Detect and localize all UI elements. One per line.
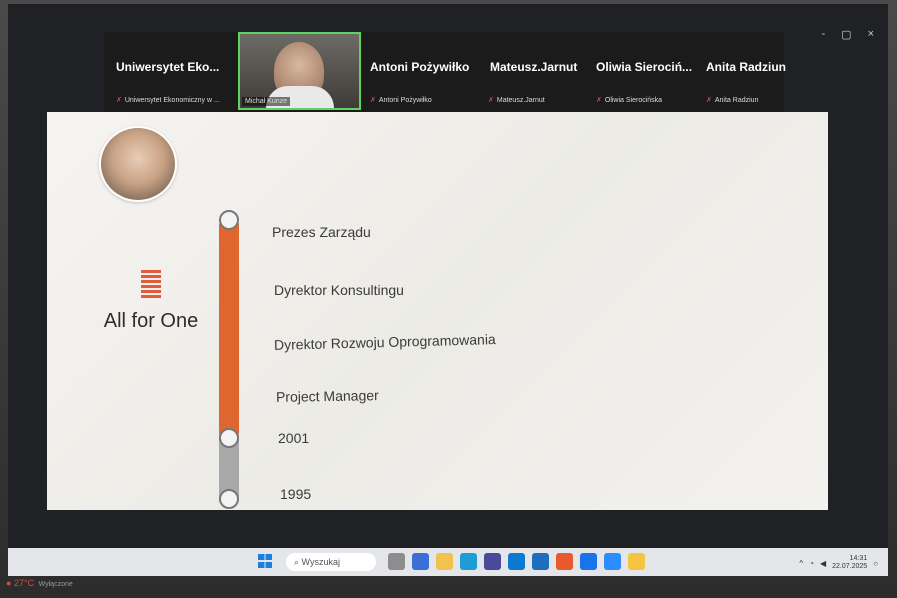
outlook-icon[interactable]	[532, 553, 549, 570]
participant-tile[interactable]: Mateusz.Jarnut ✗ Mateusz.Jarnut	[476, 32, 581, 110]
mic-muted-icon: ✗	[706, 97, 712, 104]
screen: - ▢ × Uniwersytet Eko... ✗ Uniwersytet Ek…	[8, 4, 888, 576]
app-icon[interactable]	[628, 553, 645, 570]
search-icon: ⌕	[294, 557, 302, 567]
mail-icon[interactable]	[508, 553, 525, 570]
timeline-role: Dyrektor Rozwoju Oprogramowania	[273, 331, 496, 353]
zoom-icon[interactable]	[604, 553, 621, 570]
weather-status: Wyłączone	[38, 581, 73, 588]
taskview-icon[interactable]	[388, 553, 405, 570]
shared-presentation-slide: All for One Prezes Zarządu Dyrektor Kons…	[47, 112, 828, 510]
participant-caption: Michał Kunze	[242, 97, 291, 106]
participant-caption: ✗ Antoni Pożywiłko	[370, 97, 432, 104]
participant-tile-active-speaker[interactable]: Michał Kunze	[238, 32, 361, 110]
file-explorer-icon[interactable]	[436, 553, 453, 570]
timeline-marker-1995	[219, 489, 239, 509]
close-icon[interactable]: ×	[868, 28, 874, 41]
minimize-icon[interactable]: -	[821, 28, 825, 41]
participant-name: Uniwersytet Eko...	[116, 60, 220, 74]
timeline-role: Dyrektor Konsultingu	[274, 282, 404, 298]
clock-date: 22.07.2025	[832, 563, 868, 570]
participant-tile[interactable]: Antoni Pożywiłko ✗ Antoni Pożywiłko	[364, 32, 474, 110]
window-controls: - ▢ ×	[821, 28, 874, 41]
timeline-year: 1995	[280, 486, 312, 502]
system-tray: ^ ◔ ◀ 14:31 22.07.2025 ○	[799, 555, 878, 571]
logo-text: All for One	[103, 310, 199, 332]
participant-caption: ✗ Oliwia Sierocińska	[596, 97, 663, 104]
mic-muted-icon: ✗	[370, 97, 376, 104]
timeline-year: 2001	[278, 430, 310, 446]
store-icon[interactable]	[484, 553, 501, 570]
logo-stripes-icon	[141, 270, 161, 300]
timeline-role: Project Manager	[275, 387, 379, 405]
chat-icon[interactable]	[412, 553, 429, 570]
skype-icon[interactable]	[580, 553, 597, 570]
mic-muted-icon: ✗	[596, 97, 602, 104]
wifi-icon[interactable]: ◔	[809, 559, 814, 568]
mic-muted-icon: ✗	[488, 97, 494, 104]
taskbar-search-input[interactable]: ⌕ Wyszukaj	[286, 553, 376, 571]
participant-video-strip: Uniwersytet Eko... ✗ Uniwersytet Ekonomic…	[104, 32, 786, 114]
participant-caption: ✗ Anita Radziun	[706, 97, 759, 104]
timeline-marker-2001	[219, 428, 239, 448]
timeline-role: Prezes Zarządu	[272, 224, 371, 240]
company-logo: All for One	[91, 270, 211, 333]
windows-start-icon[interactable]	[258, 554, 272, 568]
participant-caption: ✗ Uniwersytet Ekonomiczny w ...	[116, 97, 220, 104]
participant-name: Anita Radziun	[706, 60, 786, 74]
timeline-bar-progress	[219, 216, 239, 436]
clock-time: 14:31	[849, 555, 868, 562]
presenter-photo	[99, 126, 177, 202]
taskbar-pinned-apps	[388, 553, 645, 570]
participant-tile[interactable]: Anita Radziun ✗ Anita Radziun	[696, 32, 786, 110]
weather-icon: ●	[6, 578, 12, 588]
participant-name: Oliwia Sierociń...	[596, 60, 693, 74]
weather-widget[interactable]: ● 27°C Wyłączone	[6, 578, 73, 588]
windows-taskbar: ⌕ Wyszukaj ^ ◔ ◀ 14:31 22.07.2025 ○	[8, 548, 888, 576]
clock[interactable]: 14:31 22.07.2025	[832, 555, 867, 571]
firefox-icon[interactable]	[556, 553, 573, 570]
notification-icon[interactable]: ○	[873, 559, 878, 568]
edge-icon[interactable]	[460, 553, 477, 570]
participant-caption: ✗ Mateusz.Jarnut	[488, 97, 545, 104]
participant-name: Antoni Pożywiłko	[370, 60, 470, 74]
weather-temp: 27°C	[13, 578, 35, 588]
volume-icon[interactable]: ◀	[820, 559, 826, 568]
maximize-icon[interactable]: ▢	[841, 28, 851, 41]
chevron-up-icon[interactable]: ^	[799, 559, 803, 568]
participant-tile[interactable]: Uniwersytet Eko... ✗ Uniwersytet Ekonomic…	[108, 32, 233, 110]
mic-muted-icon: ✗	[116, 97, 122, 104]
participant-name: Mateusz.Jarnut	[490, 60, 578, 74]
timeline-marker-top	[219, 210, 239, 230]
participant-tile[interactable]: Oliwia Sierociń... ✗ Oliwia Sierocińska	[584, 32, 694, 110]
